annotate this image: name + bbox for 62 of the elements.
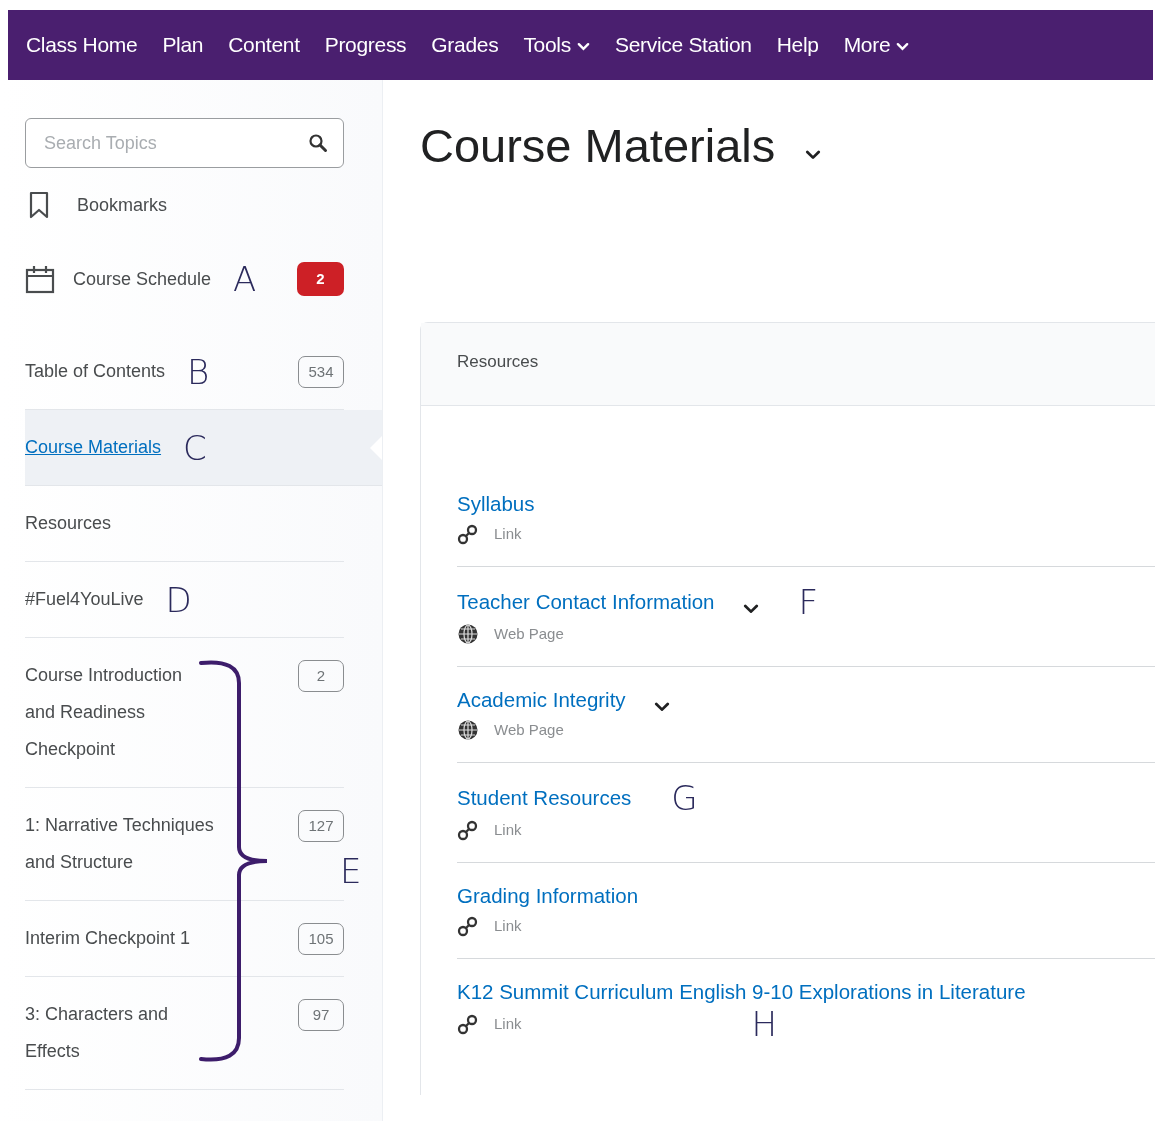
module-item[interactable]: 3: Characters and Effects <box>25 996 169 1070</box>
search-field[interactable]: Search Topics <box>25 118 344 168</box>
resource-link[interactable]: Academic Integrity <box>457 684 626 715</box>
annotation-letter: F <box>798 584 819 619</box>
annotation-letter: B <box>187 354 210 389</box>
resource-link[interactable]: Syllabus <box>457 488 535 519</box>
resource-link[interactable]: Student Resources <box>457 782 632 813</box>
nav-link[interactable]: Content <box>228 29 300 61</box>
search-icon[interactable] <box>308 133 328 153</box>
chevron-icon[interactable] <box>805 150 822 160</box>
link-icon <box>457 914 479 937</box>
count-badge: 2 <box>298 660 344 692</box>
nav-link[interactable]: More <box>843 29 910 61</box>
module-item[interactable]: Course Introduction and Readiness Checkpoint <box>25 657 183 768</box>
resource-link[interactable]: Teacher Contact Information <box>457 586 715 617</box>
count-badge: 127 <box>298 810 344 842</box>
nav-link[interactable]: Service Station <box>614 29 752 61</box>
sidebar-item[interactable]: Table of Contents <box>25 353 166 390</box>
annotation-letter: G <box>671 780 698 815</box>
resource-link[interactable]: Grading Information <box>457 880 639 911</box>
sidebar-item[interactable]: Resources <box>25 505 112 542</box>
annotation-letter: C <box>183 430 207 465</box>
nav-link[interactable]: Tools <box>523 29 590 61</box>
resource-type: Web Page <box>494 719 564 740</box>
annotation-letter: A <box>233 262 257 296</box>
nav-link[interactable]: Progress <box>324 29 407 61</box>
module-item[interactable]: Interim Checkpoint 1 <box>25 920 191 957</box>
resource-type: Link <box>494 523 522 544</box>
chevron-icon[interactable] <box>742 603 759 614</box>
module-item[interactable]: 1: Narrative Techniques and Structure <box>25 807 214 881</box>
nav-link[interactable]: Class Home <box>26 29 138 61</box>
caret-icon[interactable] <box>896 42 910 52</box>
globe-icon <box>457 718 479 741</box>
bookmark-icon <box>29 191 49 219</box>
panel-header: Resources <box>421 322 1155 406</box>
sidebar-item[interactable]: #Fuel4YouLive <box>25 581 144 618</box>
annotation-letter: E <box>340 854 362 888</box>
resource-link[interactable]: K12 Summit Curriculum English 9-10 Explorations in Literature <box>457 976 1026 1007</box>
count-badge: 534 <box>298 355 344 388</box>
nav-link[interactable]: Help <box>776 29 819 61</box>
link-icon <box>457 1012 479 1035</box>
calendar-icon <box>25 264 55 294</box>
sidebar-item[interactable]: Course Schedule <box>73 260 212 298</box>
count-badge: 105 <box>298 923 344 955</box>
resource-type: Link <box>494 915 522 936</box>
page-title: Course Materials <box>420 120 776 172</box>
annotation-letter: D <box>165 582 192 617</box>
annotation-letter: H <box>751 1006 778 1041</box>
count-badge: 97 <box>298 999 344 1031</box>
caret-icon[interactable] <box>576 42 590 52</box>
link-icon <box>457 522 479 545</box>
chevron-icon[interactable] <box>653 701 670 712</box>
sidebar-link[interactable]: Course Materials <box>25 429 162 466</box>
globe-icon <box>457 622 479 645</box>
link-icon <box>457 818 479 841</box>
resource-type: Web Page <box>494 623 564 644</box>
alert-badge: 2 <box>297 262 344 296</box>
nav-link[interactable]: Plan <box>162 29 204 61</box>
sidebar-item[interactable]: Bookmarks <box>77 186 168 224</box>
resource-type: Link <box>494 819 522 840</box>
nav-link[interactable]: Grades <box>431 29 499 61</box>
resource-type: Link <box>494 1013 522 1034</box>
